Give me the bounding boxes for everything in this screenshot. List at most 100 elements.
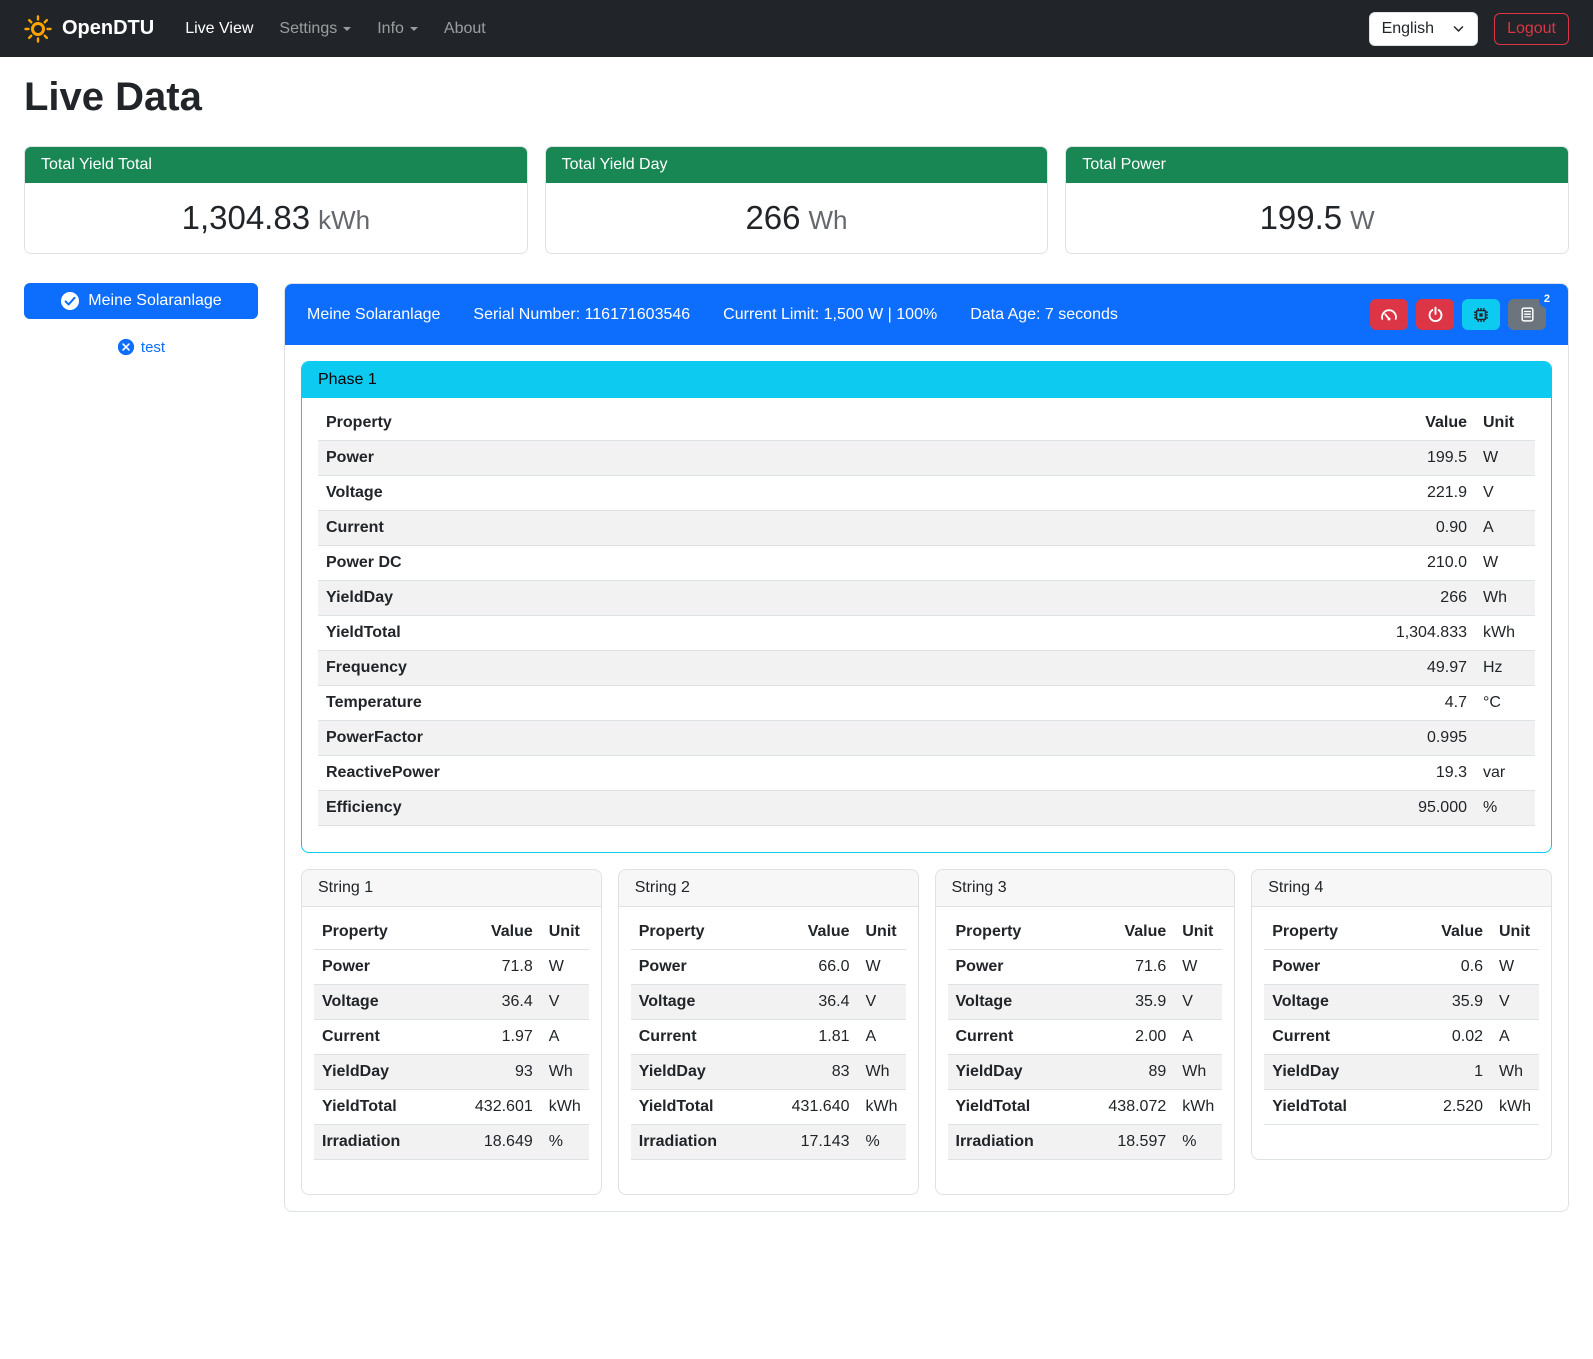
value-cell: 210.0: [1345, 546, 1475, 581]
string-card-body: Property Value Unit Power 0.6 W: [1252, 907, 1551, 1159]
cpu-icon: [1472, 306, 1490, 324]
value-cell: 199.5: [1345, 441, 1475, 476]
nav-settings[interactable]: Settings: [271, 12, 359, 46]
summary-unit: Wh: [809, 205, 848, 235]
logout-button[interactable]: Logout: [1494, 13, 1569, 45]
value-cell: 0.6: [1421, 950, 1491, 985]
unit-cell: kWh: [1491, 1090, 1539, 1125]
summary-card-title: Total Power: [1066, 147, 1568, 183]
value-cell: 431.640: [784, 1090, 858, 1125]
inverter-select-label: Meine Solaranlage: [88, 292, 221, 310]
table-row: YieldTotal 2.520 kWh: [1264, 1090, 1539, 1125]
property-cell: Irradiation: [631, 1125, 784, 1160]
unit-cell: [1475, 721, 1535, 756]
brand[interactable]: OpenDTU: [24, 15, 154, 43]
table-row: Voltage 35.9 V: [1264, 985, 1539, 1020]
property-cell: Power: [631, 950, 784, 985]
navbar-right: English Logout: [1369, 12, 1569, 46]
table-row: Voltage 35.9 V: [948, 985, 1223, 1020]
table-row: Voltage 36.4 V: [631, 985, 906, 1020]
gauge-icon: [1380, 306, 1398, 324]
value-cell: 36.4: [467, 985, 541, 1020]
property-cell: Voltage: [1264, 985, 1421, 1020]
property-cell: Current: [1264, 1020, 1421, 1055]
unit-cell: var: [1475, 756, 1535, 791]
string-card-body: Property Value Unit Power 71.6 W: [936, 907, 1235, 1194]
device-info-button[interactable]: [1462, 299, 1500, 330]
summary-card-body: 266 Wh: [546, 183, 1048, 253]
value-cell: 36.4: [784, 985, 858, 1020]
string-card-body: Property Value Unit Power 71.8 W: [302, 907, 601, 1194]
summary-card: Total Yield Total 1,304.83kWh: [24, 146, 528, 254]
unit-cell: %: [858, 1125, 906, 1160]
unit-cell: Wh: [1475, 581, 1535, 616]
property-cell: Frequency: [318, 651, 1345, 686]
table-row: YieldTotal 1,304.833 kWh: [318, 616, 1535, 651]
property-cell: Irradiation: [948, 1125, 1101, 1160]
property-cell: Power: [314, 950, 467, 985]
table-row: Current 1.81 A: [631, 1020, 906, 1055]
table-row: Irradiation 18.649 %: [314, 1125, 589, 1160]
inverter-panel: Meine Solaranlage Serial Number: 1161716…: [284, 283, 1569, 1212]
nav-about[interactable]: About: [436, 12, 494, 46]
limit-settings-button[interactable]: [1370, 299, 1408, 330]
event-log-button[interactable]: 2: [1508, 299, 1546, 330]
unit-header: Unit: [1491, 915, 1539, 950]
value-cell: 19.3: [1345, 756, 1475, 791]
value-cell: 71.8: [467, 950, 541, 985]
property-cell: YieldTotal: [1264, 1090, 1421, 1125]
property-cell: Power: [318, 441, 1345, 476]
summary-value: 266: [745, 199, 800, 236]
table-row: PowerFactor 0.995: [318, 721, 1535, 756]
summary-unit: kWh: [318, 205, 370, 235]
sidebar: Meine Solaranlage test: [24, 283, 258, 357]
unit-cell: kWh: [858, 1090, 906, 1125]
property-header: Property: [314, 915, 467, 950]
value-cell: 1.81: [784, 1020, 858, 1055]
unit-cell: Wh: [858, 1055, 906, 1090]
phase-card-title: Phase 1: [302, 362, 1551, 398]
inverter-serial: Serial Number: 116171603546: [473, 306, 690, 324]
string-table: Property Value Unit Power 66.0 W: [631, 915, 906, 1160]
power-button[interactable]: [1416, 299, 1454, 330]
phase-card: Phase 1 Property Value Unit: [301, 361, 1552, 853]
value-cell: 438.072: [1100, 1090, 1174, 1125]
check-circle-icon: [60, 291, 80, 311]
string-card-title: String 2: [619, 870, 918, 907]
nav-live-view[interactable]: Live View: [177, 12, 261, 46]
unit-cell: V: [858, 985, 906, 1020]
unit-cell: A: [858, 1020, 906, 1055]
language-select[interactable]: English: [1369, 12, 1478, 46]
property-header: Property: [1264, 915, 1421, 950]
property-cell: YieldDay: [314, 1055, 467, 1090]
property-header: Property: [318, 406, 1345, 441]
table-row: Power 71.6 W: [948, 950, 1223, 985]
inverter-data-age: Data Age: 7 seconds: [970, 306, 1118, 324]
table-header-row: Property Value Unit: [1264, 915, 1539, 950]
table-row: YieldDay 266 Wh: [318, 581, 1535, 616]
property-cell: YieldDay: [631, 1055, 784, 1090]
inverter-panel-header: Meine Solaranlage Serial Number: 1161716…: [285, 284, 1568, 345]
property-cell: Power: [948, 950, 1101, 985]
summary-cards: Total Yield Total 1,304.83kWh Total Yiel…: [24, 146, 1569, 254]
summary-value: 199.5: [1260, 199, 1343, 236]
unit-cell: Wh: [1491, 1055, 1539, 1090]
sidebar-item-test[interactable]: test: [24, 337, 258, 357]
property-cell: ReactivePower: [318, 756, 1345, 791]
unit-cell: V: [1475, 476, 1535, 511]
summary-card-body: 1,304.83kWh: [25, 183, 527, 253]
property-cell: YieldTotal: [948, 1090, 1101, 1125]
main-row: Meine Solaranlage test Meine Solaranlage…: [24, 283, 1569, 1212]
string-card-title: String 3: [936, 870, 1235, 907]
string-card-title: String 1: [302, 870, 601, 907]
property-cell: Irradiation: [314, 1125, 467, 1160]
property-cell: Efficiency: [318, 791, 1345, 826]
x-circle-icon: [117, 338, 135, 356]
unit-header: Unit: [1174, 915, 1222, 950]
nav-info[interactable]: Info: [369, 12, 426, 46]
property-cell: Voltage: [318, 476, 1345, 511]
inverter-select-button[interactable]: Meine Solaranlage: [24, 283, 258, 319]
table-row: YieldDay 89 Wh: [948, 1055, 1223, 1090]
property-cell: Current: [314, 1020, 467, 1055]
phase-card-body: Property Value Unit Power 199.5 W: [302, 398, 1551, 852]
